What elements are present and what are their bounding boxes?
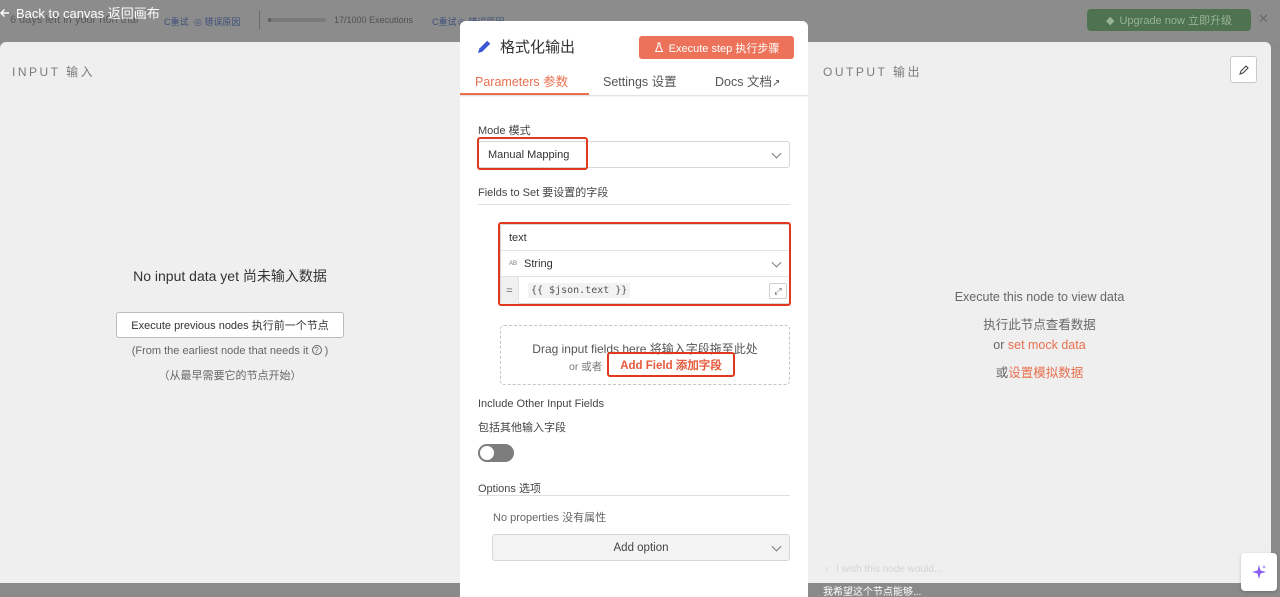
mode-label: Mode 模式 — [478, 125, 531, 137]
external-link-icon: ↗ — [771, 78, 781, 89]
options-label: Options 选项 — [478, 483, 541, 495]
include-other-fields-label: Include Other Input Fields — [478, 398, 604, 410]
earliest-node-hint-zh: （从最早需要它的节点开始） — [158, 370, 302, 382]
tab-docs-label: Docs 文档 — [715, 75, 772, 89]
sparkle-icon — [1252, 565, 1266, 579]
earliest-node-hint: (From the earliest node that needs it ? … — [131, 345, 329, 357]
execute-to-view-text: Execute this node to view data — [954, 290, 1125, 304]
diamond-icon: ◆ — [1106, 14, 1115, 27]
wish-text-zh: 我希望这个节点能够... — [823, 587, 922, 597]
no-properties-text: No properties 没有属性 — [493, 512, 607, 524]
add-field-button[interactable]: Add Field 添加字段 — [607, 352, 735, 377]
chevron-down-icon — [771, 148, 782, 159]
or-text: or — [993, 338, 1008, 352]
wish-text: I wish this node would... — [836, 564, 943, 575]
divider — [259, 11, 260, 29]
input-panel: INPUT 输入 No input data yet 尚未输入数据 Execut… — [0, 42, 460, 583]
output-panel: OUTPUT 输出 Execute this node to view data… — [808, 42, 1271, 583]
back-label: Back to canvas 返回画布 — [16, 6, 160, 21]
tab-parameters[interactable]: Parameters 参数 — [475, 71, 568, 90]
retry-link: C重试 — [164, 17, 189, 27]
output-panel-title: OUTPUT 输出 — [823, 65, 922, 79]
set-mock-data-link[interactable]: set mock data — [1008, 338, 1086, 352]
highlight-mode — [477, 137, 588, 170]
executions-count: 17/1000 Executions — [334, 15, 414, 25]
execute-previous-nodes-button[interactable]: Execute previous nodes 执行前一个节点 — [116, 312, 344, 338]
parameters-body: Mode 模式 Manual Mapping Fields to Set 要设置… — [460, 97, 808, 597]
ai-assistant-button[interactable] — [1241, 553, 1277, 591]
input-panel-title: INPUT 输入 — [12, 65, 96, 79]
no-input-message: No input data yet 尚未输入数据 — [133, 268, 327, 284]
tab-settings[interactable]: Settings 设置 — [603, 71, 677, 90]
pencil-icon — [478, 40, 491, 53]
node-details-modal: 格式化输出 Execute step 执行步骤 Parameters 参数 Se… — [460, 21, 808, 597]
node-title[interactable]: 格式化输出 — [476, 36, 575, 57]
lightbulb-icon: ♀ — [823, 564, 831, 575]
execute-step-label: Execute step 执行步骤 — [668, 42, 780, 55]
modal-header: 格式化输出 Execute step 执行步骤 Parameters 参数 Se… — [460, 21, 808, 96]
toggle-knob — [480, 446, 494, 460]
active-tab-indicator — [460, 93, 589, 95]
arrow-left-icon — [0, 8, 9, 17]
pencil-icon — [1238, 64, 1249, 75]
add-option-label: Add option — [613, 541, 669, 554]
divider — [478, 204, 790, 205]
or-text-zh: 或 — [995, 366, 1009, 380]
help-icon[interactable]: ? — [311, 345, 322, 355]
include-other-fields-label-zh: 包括其他输入字段 — [478, 422, 566, 434]
back-to-canvas-button[interactable]: Back to canvas 返回画布 — [0, 3, 160, 22]
background-strip — [1271, 42, 1280, 583]
add-option-button[interactable]: Add option — [492, 534, 790, 561]
upgrade-button[interactable]: ◆ Upgrade now 立即升级 — [1087, 9, 1251, 31]
divider — [478, 495, 790, 496]
tab-docs[interactable]: Docs 文档↗ — [715, 71, 780, 90]
execute-step-button[interactable]: Execute step 执行步骤 — [639, 36, 794, 59]
node-title-text: 格式化输出 — [500, 39, 576, 56]
upgrade-label: Upgrade now 立即升级 — [1119, 15, 1232, 27]
mock-data-line-zh: 或设置模拟数据 — [808, 362, 1271, 381]
highlight-field — [498, 222, 791, 306]
wish-prompt[interactable]: ♀ I wish this node would... — [823, 564, 942, 575]
executions-progress — [268, 18, 326, 22]
hint-text: (From the earliest node that needs it — [131, 345, 309, 357]
drop-zone-or: or 或者 — [569, 361, 603, 373]
execute-to-view-text-zh: 执行此节点查看数据 — [983, 318, 1096, 332]
include-other-fields-toggle[interactable] — [478, 444, 514, 462]
edit-output-button[interactable] — [1230, 56, 1257, 83]
fields-to-set-label: Fields to Set 要设置的字段 — [478, 187, 609, 199]
chevron-down-icon — [771, 541, 782, 552]
close-icon[interactable]: ✕ — [1258, 11, 1269, 27]
error-reason-link: ◎ 错误原因 — [194, 17, 241, 27]
flask-icon — [654, 42, 663, 52]
set-mock-data-link-zh[interactable]: 设置模拟数据 — [1008, 366, 1083, 380]
mock-data-line: or set mock data — [808, 338, 1271, 352]
retry-link-2: C重试 — [432, 17, 457, 27]
